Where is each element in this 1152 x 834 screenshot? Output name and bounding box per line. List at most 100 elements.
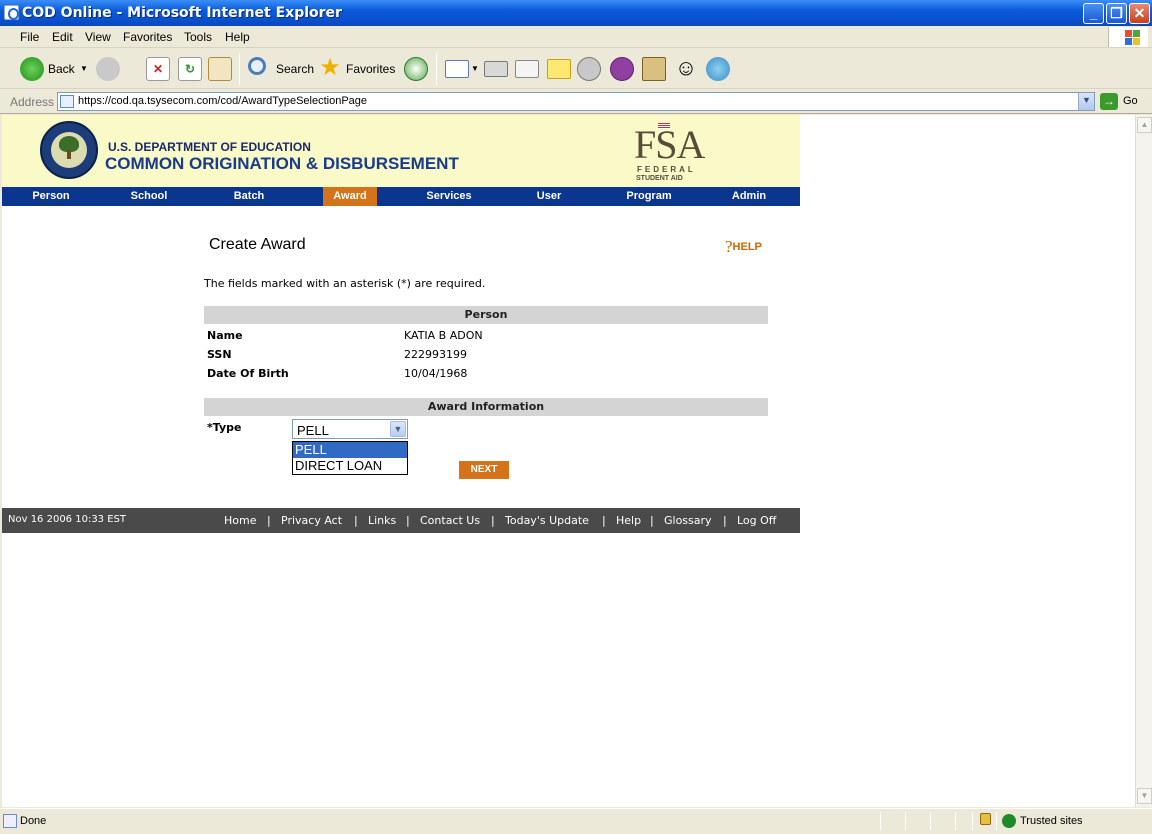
stop-icon: ✕ <box>146 57 170 81</box>
nav-user[interactable]: User <box>500 187 598 206</box>
award-type-dropdown-list: PELL DIRECT LOAN <box>292 441 408 475</box>
favorites-button[interactable]: ★ Favorites <box>318 55 396 83</box>
address-label: Address <box>10 95 55 109</box>
media-button[interactable] <box>642 55 668 83</box>
nav-admin[interactable]: Admin <box>700 187 798 206</box>
footer-link-update[interactable]: Today's Update <box>505 514 589 527</box>
windows-logo-icon <box>1108 27 1148 47</box>
messenger-button[interactable] <box>610 55 636 83</box>
research-button[interactable] <box>577 55 603 83</box>
page-done-icon <box>3 814 17 828</box>
required-note: The fields marked with an asterisk (*) a… <box>204 277 486 290</box>
department-seal-icon <box>40 121 98 179</box>
nav-school[interactable]: School <box>100 187 198 206</box>
edit-button[interactable] <box>515 55 541 83</box>
award-type-select[interactable]: PELL ▼ <box>292 419 408 439</box>
type-label: *Type <box>207 421 242 434</box>
option-pell[interactable]: PELL <box>293 442 407 458</box>
footer-link-home[interactable]: Home <box>224 514 256 527</box>
media-icon <box>642 57 666 81</box>
menu-favorites[interactable]: Favorites <box>123 30 172 44</box>
nav-services[interactable]: Services <box>400 187 498 206</box>
contacts-button[interactable] <box>706 55 736 83</box>
forward-arrow-icon <box>96 57 120 81</box>
refresh-icon: ↻ <box>178 57 202 81</box>
nav-award[interactable]: Award <box>323 187 377 206</box>
menu-view[interactable]: View <box>85 30 111 44</box>
refresh-button[interactable]: ↻ <box>178 55 202 83</box>
maximize-button[interactable]: ❐ <box>1106 3 1127 24</box>
address-bar: Address https://cod.qa.tsysecom.com/cod/… <box>0 90 1152 114</box>
go-arrow-icon: → <box>1100 93 1118 110</box>
minimize-button[interactable]: _ <box>1083 3 1104 24</box>
history-button[interactable] <box>404 55 430 83</box>
footer-separator: | <box>406 514 410 527</box>
main-nav: Person School Batch Award Services User … <box>2 187 800 206</box>
note-icon <box>547 59 571 79</box>
person-section-header: Person <box>204 306 768 324</box>
printer-icon <box>484 61 508 77</box>
footer-link-links[interactable]: Links <box>368 514 396 527</box>
toolbar: Back ▼ ✕ ↻ Search ★ Favorites ▼ ☺ <box>0 49 1152 89</box>
stop-button[interactable]: ✕ <box>146 55 170 83</box>
menu-file[interactable]: File <box>20 30 39 44</box>
address-url: https://cod.qa.tsysecom.com/cod/AwardTyp… <box>78 95 368 107</box>
address-input[interactable]: https://cod.qa.tsysecom.com/cod/AwardTyp… <box>57 92 1095 111</box>
help-icon: ? <box>725 237 733 256</box>
search-icon <box>248 57 266 75</box>
nav-batch[interactable]: Batch <box>200 187 298 206</box>
page-footer: Nov 16 2006 10:33 EST Home | Privacy Act… <box>2 508 800 533</box>
footer-separator: | <box>354 514 358 527</box>
menu-bar: File Edit View Favorites Tools Help <box>0 26 1152 48</box>
help-link[interactable]: ?HELP <box>725 237 762 257</box>
footer-link-privacy[interactable]: Privacy Act <box>281 514 342 527</box>
user-button[interactable]: ☺ <box>674 55 700 83</box>
back-button[interactable]: Back ▼ <box>20 55 90 83</box>
footer-link-logoff[interactable]: Log Off <box>737 514 776 527</box>
option-direct-loan[interactable]: DIRECT LOAN <box>293 458 407 474</box>
menu-edit[interactable]: Edit <box>52 30 73 44</box>
forward-button[interactable] <box>96 55 136 83</box>
window-title: COD Online - Microsoft Internet Explorer <box>22 5 342 21</box>
home-button[interactable] <box>208 55 234 83</box>
edit-page-icon <box>515 60 539 78</box>
person-icon: ☺ <box>674 55 698 80</box>
messenger-icon <box>610 57 634 81</box>
mail-button[interactable]: ▼ <box>445 55 479 83</box>
vertical-scrollbar[interactable]: ▲ ▼ <box>1135 115 1152 807</box>
contacts-icon <box>706 57 730 81</box>
footer-link-contact[interactable]: Contact Us <box>420 514 480 527</box>
close-button[interactable]: ✕ <box>1129 3 1150 24</box>
address-dropdown-button[interactable]: ▼ <box>1078 93 1094 110</box>
history-icon <box>404 57 428 81</box>
star-icon: ★ <box>319 54 341 81</box>
print-button[interactable] <box>484 55 510 83</box>
award-type-selected: PELL <box>297 423 329 438</box>
menu-tools[interactable]: Tools <box>184 30 212 44</box>
footer-link-help[interactable]: Help <box>616 514 641 527</box>
footer-link-glossary[interactable]: Glossary <box>664 514 712 527</box>
footer-separator: | <box>602 514 606 527</box>
ie-icon <box>4 5 19 20</box>
security-zone: Trusted sites <box>1020 815 1083 827</box>
title-bar[interactable]: COD Online - Microsoft Internet Explorer… <box>0 0 1152 26</box>
trusted-zone-icon <box>1002 814 1016 828</box>
next-button[interactable]: NEXT <box>459 461 509 479</box>
go-button[interactable]: → Go <box>1100 92 1148 111</box>
discuss-button[interactable] <box>547 55 573 83</box>
scroll-down-arrow[interactable]: ▼ <box>1137 788 1152 804</box>
page-viewport: U.S. DEPARTMENT OF EDUCATION COMMON ORIG… <box>2 115 1135 807</box>
back-arrow-icon <box>20 57 44 81</box>
header-banner: U.S. DEPARTMENT OF EDUCATION COMMON ORIG… <box>2 115 800 187</box>
footer-separator: | <box>267 514 271 527</box>
home-icon <box>208 57 232 81</box>
name-label: Name <box>207 329 243 342</box>
menu-help[interactable]: Help <box>225 30 250 44</box>
chevron-down-icon[interactable]: ▼ <box>390 421 406 437</box>
nav-program[interactable]: Program <box>600 187 698 206</box>
search-button[interactable]: Search <box>248 55 314 83</box>
scroll-up-arrow[interactable]: ▲ <box>1137 117 1152 133</box>
status-bar: Done Trusted sites <box>0 808 1152 834</box>
browser-window: COD Online - Microsoft Internet Explorer… <box>0 0 1152 834</box>
nav-person[interactable]: Person <box>2 187 100 206</box>
